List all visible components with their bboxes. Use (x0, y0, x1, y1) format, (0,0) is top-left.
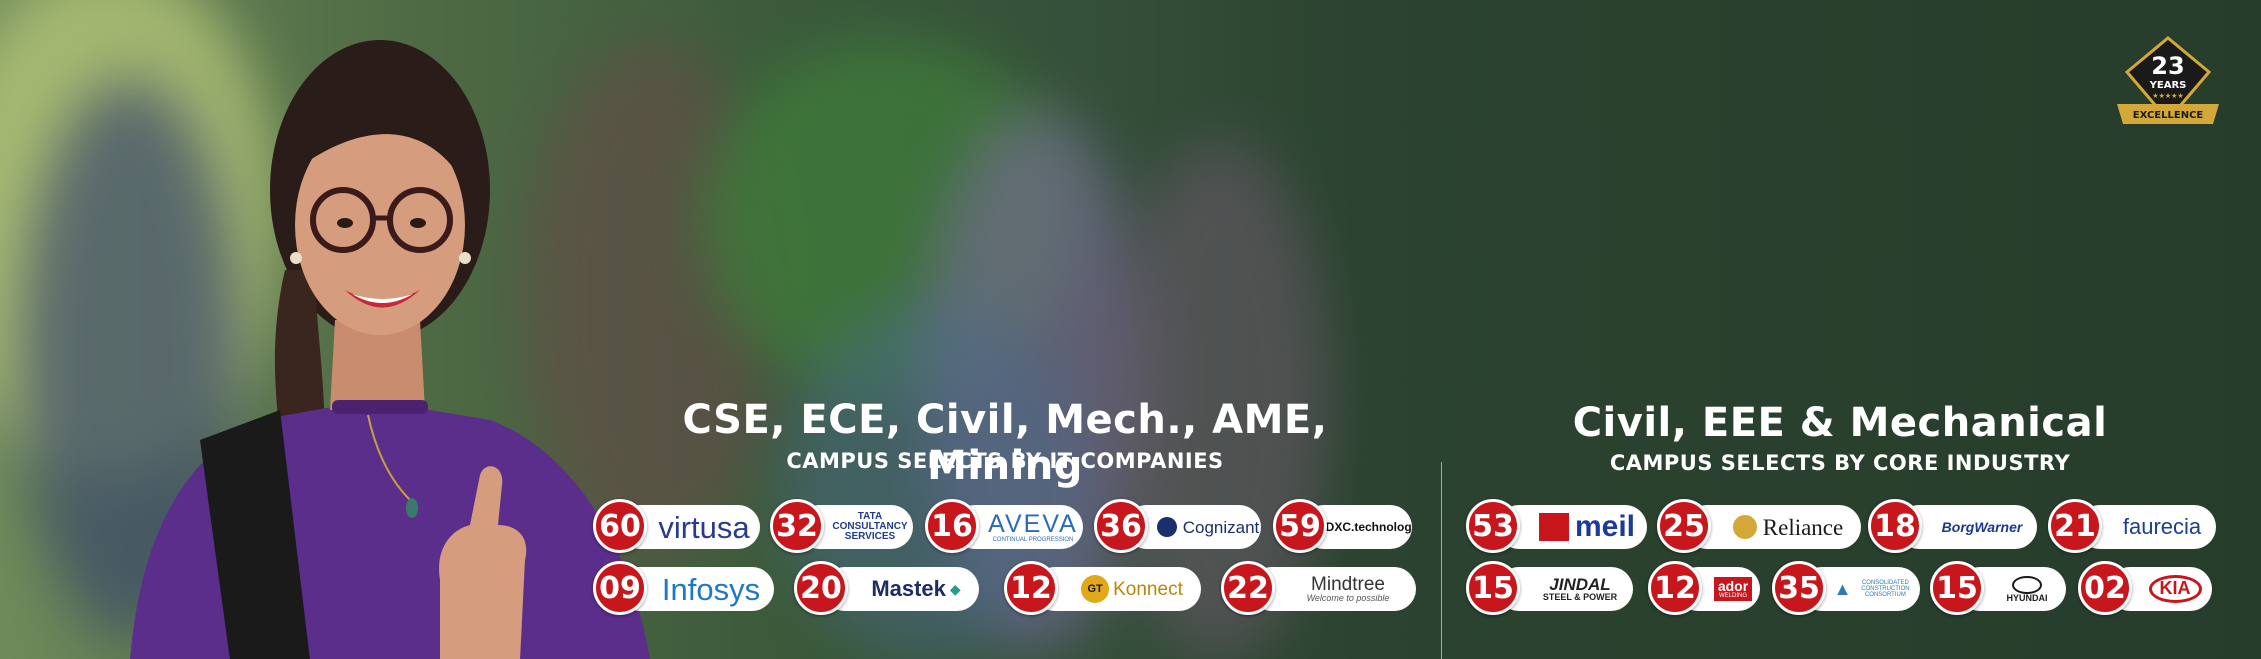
it-section-title: CSE, ECE, Civil, Mech., AME, Mining (682, 397, 1328, 489)
ador-logo-box: ador WELDING (1713, 577, 1753, 601)
count-badge: 12 (1648, 561, 1702, 615)
company-pill-reliance: Reliance (1685, 505, 1861, 549)
borgwarner-logo: BorgWarner (1941, 519, 2023, 535)
mastek-diamond-icon: ◆ (949, 580, 961, 597)
count-badge: 32 (770, 499, 824, 553)
core-section-subtitle: CAMPUS SELECTS BY CORE INDUSTRY (1609, 451, 2071, 475)
meil-logo: meil (1574, 510, 1636, 543)
faurecia-logo: faurecia (2122, 514, 2202, 539)
virtusa-logo: virtusa (658, 509, 750, 545)
23-years-excellence-badge: 23 YEARS ★★★★★ EXCELLENCE (2117, 36, 2219, 124)
count-badge: 15 (1466, 561, 1520, 615)
count-badge: 21 (2048, 499, 2102, 553)
count-badge: 09 (593, 561, 647, 615)
count-badge: 15 (1930, 561, 1984, 615)
count-badge: 20 (794, 561, 848, 615)
count-badge: 22 (1221, 561, 1275, 615)
badge-stars-icon: ★★★★★ (2152, 92, 2183, 100)
tcs-logo: TATA CONSULTANCY SERVICES (832, 511, 908, 542)
reliance-emblem-icon (1732, 515, 1757, 539)
count-badge: 12 (1004, 561, 1058, 615)
jindal-logo: JINDAL (1549, 575, 1611, 594)
kia-logo-oval: KIA (2148, 575, 2202, 603)
mindtree-tagline: Welcome to possible (1306, 593, 1390, 603)
count-badge: 25 (1657, 499, 1711, 553)
gt-konnect-emblem-icon: GT (1081, 575, 1110, 603)
hyundai-logo: HYUNDAI (2006, 592, 2048, 603)
cognizant-logo: Cognizant (1182, 517, 1260, 537)
dxc-logo: DXC.technology (1325, 520, 1412, 534)
count-badge: 16 (925, 499, 979, 553)
ccc-triangle-icon: ▲ (1833, 578, 1852, 599)
cognizant-globe-icon (1156, 517, 1177, 537)
count-badge: 36 (1094, 499, 1148, 553)
kia-logo: KIA (2159, 578, 2191, 598)
infosys-logo: Infosys (661, 571, 761, 607)
count-badge: 35 (1772, 561, 1826, 615)
badge-excellence-label: EXCELLENCE (2133, 110, 2204, 121)
meil-emblem-icon (1538, 513, 1569, 541)
section-divider (1441, 462, 1442, 659)
jindal-tagline: STEEL & POWER (1542, 592, 1618, 602)
it-section-subtitle: CAMPUS SELECTS BY IT COMPANIES (786, 449, 1224, 473)
count-badge: 53 (1466, 499, 1520, 553)
count-badge: 59 (1273, 499, 1327, 553)
gt-konnect-logo: Konnect (1113, 578, 1183, 600)
student-photo (130, 40, 650, 659)
ador-tagline: WELDING (1718, 593, 1747, 599)
campus-placement-banner: 23 YEARS ★★★★★ EXCELLENCE CSE, ECE, Civi… (0, 0, 2261, 659)
mindtree-logo: Mindtree (1311, 574, 1385, 595)
aveva-logo: AVEVA (988, 509, 1078, 538)
badge-number: 23 (2151, 52, 2184, 80)
aveva-tagline: CONTINUAL PROGRESSION (992, 536, 1074, 543)
count-badge: 18 (1868, 499, 1922, 553)
ccc-logo: CONSOLIDATED CONSTRUCTION CONSORTIUM (1861, 580, 1910, 598)
mastek-logo: Mastek (871, 576, 946, 601)
company-pill-gt-konnect: GT Konnect (1033, 567, 1201, 611)
reliance-logo: Reliance (1762, 514, 1844, 540)
core-section-title: Civil, EEE & Mechanical (1572, 400, 2108, 446)
hyundai-emblem-icon (2012, 575, 2042, 594)
ador-logo: ador (1717, 578, 1749, 594)
count-badge: 02 (2078, 561, 2132, 615)
badge-years-label: YEARS (2149, 80, 2187, 91)
count-badge: 60 (593, 499, 647, 553)
